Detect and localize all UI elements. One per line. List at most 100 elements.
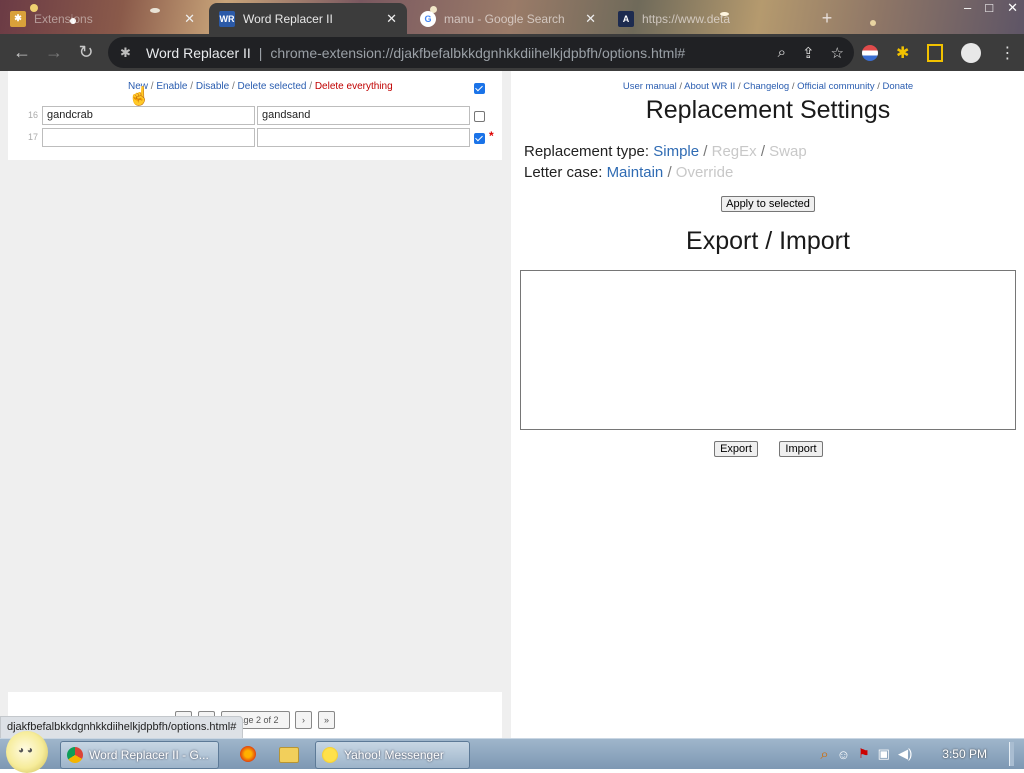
- changelog-link[interactable]: Changelog: [743, 81, 789, 92]
- volume-tray-icon[interactable]: ◀): [898, 746, 912, 762]
- disable-link[interactable]: Disable: [196, 81, 229, 92]
- delete-selected-link[interactable]: Delete selected: [238, 81, 307, 92]
- close-tab-icon[interactable]: ✕: [386, 11, 397, 27]
- sidebar-icon[interactable]: [927, 43, 944, 62]
- last-page-button[interactable]: »: [318, 711, 335, 729]
- tab-google-search[interactable]: G manu - Google Search ✕: [410, 3, 606, 34]
- new-tab-button[interactable]: +: [812, 3, 842, 34]
- yahoo-messenger-icon: [322, 747, 338, 763]
- firefox-icon[interactable]: [240, 746, 256, 762]
- settings-title: Replacement Settings: [645, 96, 891, 124]
- extensions-puzzle-icon[interactable]: ✱: [896, 43, 909, 63]
- options-page: New / Enable / Disable / Delete selected…: [0, 71, 1024, 740]
- taskbar-chrome-button[interactable]: Word Replacer II - G...: [60, 741, 219, 769]
- start-button[interactable]: ◕ ◕: [6, 731, 48, 773]
- messenger-tray-icon[interactable]: ☺: [837, 747, 850, 762]
- separator: /: [760, 143, 765, 160]
- forward-arrow-icon[interactable]: →: [38, 42, 70, 63]
- reload-icon[interactable]: ↻: [70, 42, 102, 63]
- unsaved-asterisk: *: [489, 129, 494, 143]
- replacement-type-label: Replacement type:: [524, 143, 650, 160]
- replace-input[interactable]: [257, 128, 470, 147]
- maximize-button[interactable]: □: [985, 0, 993, 16]
- delete-everything-link[interactable]: Delete everything: [315, 81, 393, 92]
- plus-icon: +: [821, 8, 833, 28]
- tab-word-replacer[interactable]: WR Word Replacer II ✕: [209, 3, 407, 34]
- hand-cursor-icon: ☝: [128, 86, 151, 106]
- donate-link[interactable]: Donate: [883, 81, 914, 92]
- separator: /: [703, 143, 708, 160]
- row-number: 16: [27, 110, 38, 120]
- system-tray: ⌕ ☺ ⚑ ▣ ◀) 3:50 PM: [820, 739, 1024, 769]
- browser-toolbar: ← → ↻ ✱ Word Replacer II | chrome-extens…: [0, 34, 1024, 71]
- apply-to-selected-button[interactable]: Apply to selected: [721, 196, 815, 212]
- user-manual-link[interactable]: User manual: [623, 81, 677, 92]
- close-window-button[interactable]: ✕: [1007, 0, 1018, 16]
- show-desktop-button[interactable]: [1009, 742, 1014, 766]
- search-tray-icon[interactable]: ⌕: [820, 746, 828, 763]
- row-checkbox[interactable]: [474, 111, 485, 122]
- export-import-title: Export / Import: [686, 227, 850, 255]
- folder-icon[interactable]: [279, 747, 299, 763]
- enable-link[interactable]: Enable: [156, 81, 187, 92]
- share-icon[interactable]: ⇪: [802, 44, 815, 62]
- type-swap-option[interactable]: Swap: [769, 143, 807, 160]
- extension-icons: ✱ ⋮: [862, 34, 1015, 71]
- info-links: User manual / About WR II / Changelog / …: [622, 81, 914, 92]
- letter-case-label: Letter case:: [524, 164, 603, 181]
- tab-label: https://www.deta: [642, 11, 731, 26]
- windows-taskbar: ◕ ◕ Word Replacer II - G... Yahoo! Messe…: [0, 731, 1024, 773]
- case-maintain-option[interactable]: Maintain: [607, 164, 664, 181]
- row-checkbox[interactable]: [474, 133, 485, 144]
- flag-extension-icon[interactable]: [862, 44, 878, 61]
- tab-deta[interactable]: A https://www.deta: [608, 3, 808, 34]
- replace-input[interactable]: gandsand: [257, 106, 470, 125]
- community-link[interactable]: Official community: [797, 81, 874, 92]
- separator: /: [229, 81, 238, 92]
- tab-label: Extensions: [34, 11, 93, 26]
- find-input[interactable]: [42, 128, 255, 147]
- replacement-list-pane: New / Enable / Disable / Delete selected…: [0, 71, 511, 740]
- tab-extensions[interactable]: ✱ Extensions ✕: [0, 3, 205, 34]
- network-tray-icon[interactable]: ▣: [878, 746, 890, 762]
- url-text: chrome-extension://djakfbefalbkkdgnhkkdi…: [270, 44, 686, 61]
- omnibox-divider: |: [258, 44, 263, 61]
- back-arrow-icon[interactable]: ←: [6, 42, 38, 63]
- table-row: 17 *: [8, 127, 502, 149]
- close-tab-icon[interactable]: ✕: [184, 11, 195, 27]
- flag-tray-icon[interactable]: ⚑: [858, 746, 870, 762]
- word-replacer-icon: WR: [219, 10, 235, 27]
- next-page-button[interactable]: ›: [295, 711, 312, 729]
- find-input[interactable]: gandcrab: [42, 106, 255, 125]
- about-link[interactable]: About WR II: [684, 81, 735, 92]
- extension-puzzle-icon: ✱: [120, 44, 131, 60]
- separator: /: [187, 81, 196, 92]
- replacement-type-row: Replacement type: Simple / RegEx / Swap: [524, 143, 807, 160]
- zoom-icon[interactable]: ⌕: [778, 44, 786, 62]
- separator: /: [306, 81, 315, 92]
- close-tab-icon[interactable]: ✕: [585, 11, 596, 27]
- browser-tab-strip: ✱ Extensions ✕ WR Word Replacer II ✕ G m…: [0, 0, 1024, 34]
- smiley-face-icon: ◕ ◕: [18, 745, 33, 756]
- export-button[interactable]: Export: [714, 441, 758, 457]
- taskbar-yahoo-messenger-button[interactable]: Yahoo! Messenger: [315, 741, 470, 769]
- row-number: 17: [27, 132, 38, 142]
- case-override-option[interactable]: Override: [676, 164, 734, 181]
- address-bar[interactable]: ✱ Word Replacer II | chrome-extension://…: [108, 37, 854, 68]
- bookmark-star-icon[interactable]: ☆: [831, 44, 844, 62]
- google-icon: G: [420, 10, 436, 27]
- taskbar-button-label: Yahoo! Messenger: [344, 748, 444, 762]
- import-button[interactable]: Import: [779, 441, 823, 457]
- profile-avatar-icon[interactable]: [961, 42, 982, 63]
- letter-case-row: Letter case: Maintain / Override: [524, 164, 733, 181]
- menu-kebab-icon[interactable]: ⋮: [999, 43, 1015, 63]
- type-simple-option[interactable]: Simple: [653, 143, 699, 160]
- puzzle-icon: ✱: [10, 10, 26, 27]
- export-import-textarea[interactable]: [520, 270, 1016, 430]
- minimize-button[interactable]: –: [964, 0, 971, 16]
- chrome-icon: [67, 747, 83, 763]
- select-all-checkbox[interactable]: [474, 83, 485, 94]
- tab-label: manu - Google Search: [444, 11, 565, 26]
- replacement-list-panel: New / Enable / Disable / Delete selected…: [8, 71, 502, 160]
- type-regex-option[interactable]: RegEx: [712, 143, 757, 160]
